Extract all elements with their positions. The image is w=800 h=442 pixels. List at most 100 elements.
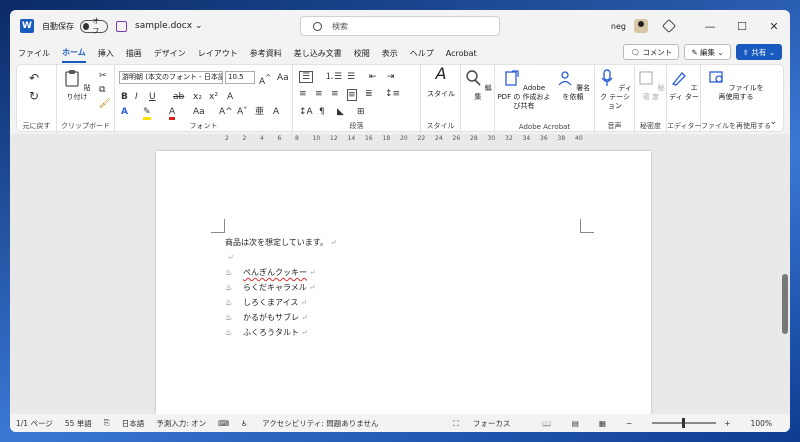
align-right-icon[interactable]: ≡	[331, 89, 339, 99]
superscript-icon[interactable]: x²	[209, 92, 218, 102]
line-spacing-icon[interactable]: ↕≡	[385, 89, 400, 99]
distributed-icon[interactable]: ≣	[365, 89, 373, 99]
focus-button[interactable]: ⛶ フォーカス	[453, 418, 522, 429]
save-icon[interactable]	[116, 20, 127, 32]
font-color-icon[interactable]: A	[169, 107, 176, 120]
font-size-select[interactable]: 10.5	[225, 71, 255, 84]
tab-file[interactable]: ファイル	[18, 45, 50, 62]
decrease-indent-icon[interactable]: ⇤	[369, 72, 377, 82]
adobe-pdf-button[interactable]: Adobe PDF の 作成および共有	[497, 69, 551, 111]
tab-layout[interactable]: レイアウト	[198, 45, 238, 62]
undo-icon[interactable]: ↶	[29, 72, 39, 84]
multilevel-list-icon[interactable]: ☰	[347, 72, 355, 82]
italic-icon[interactable]: I	[135, 92, 138, 102]
enclose-char-icon[interactable]: A	[273, 107, 279, 117]
format-painter-icon[interactable]: 🖌	[99, 99, 110, 109]
file-name-dropdown[interactable]: sample.docx ⌄	[135, 21, 202, 31]
close-button[interactable]: ✕	[758, 20, 790, 33]
tab-mailings[interactable]: 差し込み文書	[294, 45, 342, 62]
sort-icon[interactable]: ↕A	[299, 107, 313, 117]
editing-mode-button[interactable]: ✎ 編集 ⌄	[684, 44, 731, 60]
shrink-font-size-icon[interactable]: Aˇ	[237, 107, 248, 117]
tab-home[interactable]: ホーム	[62, 44, 86, 63]
page-count[interactable]: 1/1 ページ	[16, 418, 53, 429]
pen-icon[interactable]	[661, 18, 677, 34]
borders-icon[interactable]: ⊞	[357, 107, 365, 117]
zoom-slider[interactable]	[652, 418, 717, 428]
edit-button[interactable]: 編集	[463, 69, 493, 102]
comment-label: コメント	[642, 47, 673, 57]
read-mode-icon[interactable]: 📖	[542, 419, 551, 428]
autosave-toggle[interactable]: オフ	[80, 17, 108, 35]
increase-indent-icon[interactable]: ⇥	[387, 72, 395, 82]
copy-icon[interactable]: ⧉	[99, 85, 105, 95]
text-effects-icon[interactable]: A	[227, 92, 233, 102]
zoom-in-icon[interactable]: +	[724, 419, 730, 428]
highlight-icon[interactable]: ✎	[143, 107, 151, 120]
proofing-icon[interactable]: ⎘	[104, 418, 110, 428]
share-button[interactable]: ⇪ 共有 ⌄	[735, 44, 782, 60]
vertical-scrollbar[interactable]	[782, 274, 788, 334]
font-name-select[interactable]: 游明朝 (本文のフォント - 日本語)	[119, 71, 223, 84]
focus-label: フォーカス	[472, 418, 511, 428]
show-marks-icon[interactable]: ¶	[319, 107, 325, 117]
accessibility[interactable]: ♿ アクセシビリティ: 問題ありません	[241, 418, 391, 429]
word-count[interactable]: 55 単語	[65, 418, 92, 429]
tab-view[interactable]: 表示	[382, 45, 398, 62]
subscript-icon[interactable]: x₂	[193, 92, 202, 102]
paste-button[interactable]: 貼り付け	[61, 69, 93, 102]
search-box[interactable]: 検索	[300, 16, 500, 36]
ruler-tick-label: 6	[277, 135, 282, 142]
phonetic-guide-icon[interactable]: 亜	[255, 107, 264, 117]
ruler-tick-label: 30	[487, 135, 496, 142]
cut-icon[interactable]: ✂	[99, 71, 107, 81]
paragraph-group-label: 段落	[349, 122, 364, 130]
shading-icon[interactable]: ◣	[337, 107, 344, 117]
maximize-button[interactable]: ☐	[726, 20, 758, 33]
ruler-tick-label: 8	[295, 135, 299, 142]
comment-button[interactable]: 🗨 コメント	[623, 44, 680, 60]
document-page[interactable]: 商品は次を想定しています。 ↵ ↵ ♨ ぺんぎんクッキー ↵ ♨ らくだキャラメル ↵ ♨…	[156, 151, 651, 421]
bullets-icon[interactable]: ☰	[299, 71, 314, 83]
style-button[interactable]: A スタイル	[423, 66, 459, 99]
underline-icon[interactable]: U	[149, 92, 156, 102]
avatar[interactable]	[634, 19, 648, 33]
tab-help[interactable]: ヘルプ	[410, 45, 434, 62]
strikethrough-icon[interactable]: ab	[173, 92, 184, 102]
user-name[interactable]: neg	[611, 22, 626, 31]
tab-draw[interactable]: 描画	[126, 45, 142, 62]
request-signature-button[interactable]: 署名 を依頼	[555, 69, 591, 102]
tab-review[interactable]: 校閲	[354, 45, 370, 62]
numbering-icon[interactable]: ⒈☰	[325, 72, 342, 82]
zoom-level[interactable]: 100%	[751, 419, 772, 428]
bold-icon[interactable]: B	[121, 92, 128, 102]
clipboard-group: 貼り付け ✂ ⧉ 🖌 クリップボード	[57, 65, 115, 133]
language[interactable]: 日本語	[122, 418, 145, 429]
align-center-icon[interactable]: ≡	[315, 89, 323, 99]
char-size-icon[interactable]: Aa	[193, 107, 205, 117]
tab-insert[interactable]: 挿入	[98, 45, 114, 62]
dictate-button[interactable]: ディク テーション	[597, 69, 633, 111]
reuse-files-button[interactable]: ファイルを 再使用する	[707, 69, 765, 102]
text-prediction[interactable]: 予測入力: オン	[156, 418, 206, 429]
document-body[interactable]: 商品は次を想定しています。 ↵ ↵ ♨ ぺんぎんクッキー ↵ ♨ らくだキャラメル ↵ ♨…	[225, 235, 337, 340]
minimize-button[interactable]: —	[694, 20, 726, 33]
sensitivity-button[interactable]: 秘密 度	[637, 69, 665, 102]
print-layout-icon[interactable]: ▤	[572, 419, 579, 428]
web-layout-icon[interactable]: ▦	[599, 419, 606, 428]
grow-font-size-icon[interactable]: A^	[219, 107, 233, 117]
align-left-icon[interactable]: ≡	[299, 89, 307, 99]
tab-acrobat[interactable]: Acrobat	[446, 46, 477, 61]
collapse-ribbon-icon[interactable]: ⌄	[769, 117, 777, 127]
redo-icon[interactable]: ↻	[29, 90, 39, 102]
text-effect-icon[interactable]: A	[121, 107, 128, 117]
keyboard-icon[interactable]: ⌨	[218, 419, 229, 428]
zoom-out-icon[interactable]: −	[626, 419, 632, 428]
change-case-icon[interactable]: Aa	[277, 73, 289, 83]
undo-group: ↶ ↻ 元に戻す	[17, 65, 57, 133]
grow-font-icon[interactable]: A^	[259, 73, 271, 87]
tab-design[interactable]: デザイン	[154, 45, 186, 62]
tab-references[interactable]: 参考資料	[250, 45, 282, 62]
justify-icon[interactable]: ≡	[347, 89, 357, 101]
editor-button[interactable]: エディ ター	[669, 69, 699, 102]
